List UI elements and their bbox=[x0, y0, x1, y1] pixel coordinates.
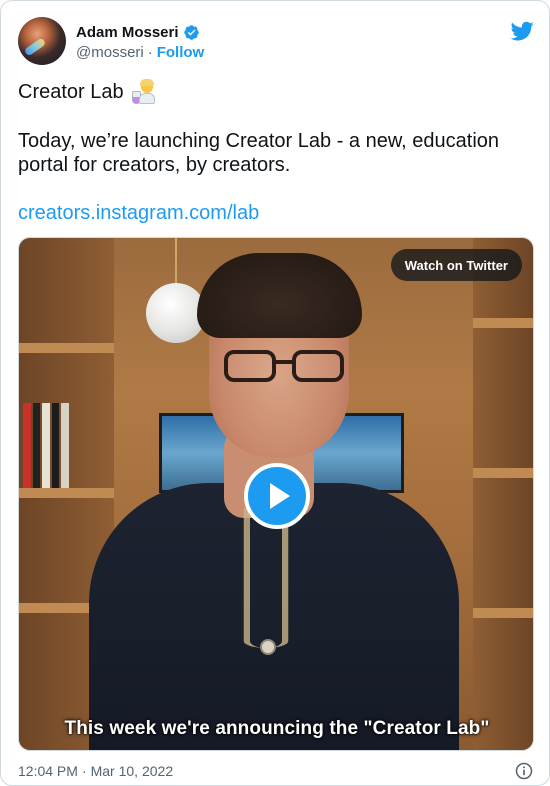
follow-button[interactable]: Follow bbox=[157, 44, 205, 61]
author-handle-row: @mosseri · Follow bbox=[76, 44, 204, 61]
author-handle[interactable]: @mosseri bbox=[76, 44, 144, 61]
video-caption: This week we're announcing the "Creator … bbox=[64, 718, 490, 739]
tweet-header: Adam Mosseri @mosseri · Follow bbox=[18, 17, 534, 67]
video-player[interactable]: Watch on Twitter This week we're announc… bbox=[18, 237, 534, 751]
scientist-emoji-icon bbox=[131, 79, 158, 105]
avatar[interactable] bbox=[18, 17, 66, 65]
tweet-date[interactable]: Mar 10, 2022 bbox=[91, 763, 174, 779]
tweet-title: Creator Lab bbox=[18, 81, 124, 103]
tweet-text: Creator Lab Today, we’re launching Creat… bbox=[18, 79, 533, 225]
play-icon bbox=[270, 483, 290, 509]
tweet-body: Today, we’re launching Creator Lab - a n… bbox=[18, 130, 500, 176]
play-button[interactable] bbox=[244, 463, 310, 529]
author-name-row: Adam Mosseri bbox=[76, 22, 200, 42]
twitter-bird-icon[interactable] bbox=[510, 19, 534, 43]
tweet-title-line: Creator Lab bbox=[18, 79, 533, 105]
watch-on-twitter-button[interactable]: Watch on Twitter bbox=[390, 249, 522, 281]
verified-badge-icon bbox=[183, 24, 199, 40]
tweet-footer: 12:04 PM · Mar 10, 2022 bbox=[18, 761, 534, 781]
separator-dot: · bbox=[147, 44, 153, 61]
footer-separator: · bbox=[81, 763, 87, 779]
tweet-link[interactable]: creators.instagram.com/lab bbox=[18, 202, 259, 224]
info-icon[interactable] bbox=[514, 761, 534, 781]
bookshelf-right bbox=[473, 238, 533, 750]
presenter-glasses bbox=[224, 350, 344, 384]
tweet-time[interactable]: 12:04 PM bbox=[18, 763, 78, 779]
author-name[interactable]: Adam Mosseri bbox=[76, 24, 179, 41]
tweet-card: Adam Mosseri @mosseri · Follow Creator L… bbox=[0, 0, 550, 786]
